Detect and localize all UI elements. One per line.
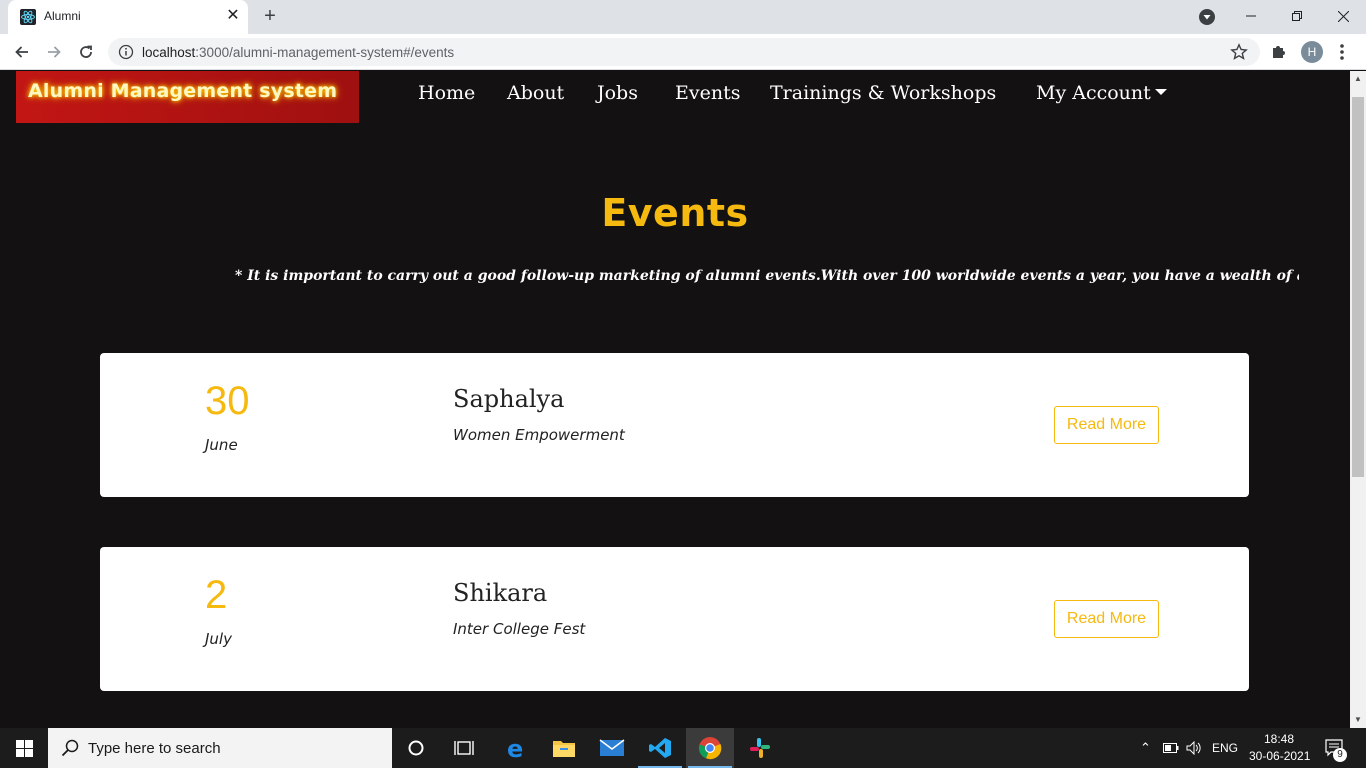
slack-icon[interactable] [736,728,784,768]
event-title: Saphalya [453,385,565,413]
site-info-icon[interactable] [118,44,134,60]
svg-text:e: e [507,736,523,760]
search-icon [61,739,79,757]
language-indicator[interactable]: ENG [1212,741,1238,755]
reload-icon[interactable] [74,40,98,64]
mail-icon[interactable] [588,728,636,768]
scrollbar-thumb[interactable] [1352,97,1364,477]
taskbar-search-box[interactable]: Type here to search [48,728,392,768]
event-day: 30 [205,379,250,423]
chrome-icon[interactable] [686,728,734,768]
browser-tab[interactable]: Alumni ✕ [8,0,248,34]
close-window-icon[interactable] [1320,0,1366,32]
brand-text: Alumni Management system [28,80,338,102]
search-placeholder: Type here to search [88,740,221,757]
url-text: localhost:3000/alumni-management-system#… [142,45,455,60]
react-favicon-icon [20,9,36,25]
event-subtitle: Inter College Fest [453,620,586,638]
browser-tabstrip: Alumni ✕ + [0,0,1366,34]
browser-menu-icon[interactable] [1338,41,1346,63]
caret-down-icon [1154,89,1167,95]
profile-avatar[interactable]: H [1301,41,1323,63]
nav-events[interactable]: Events [675,82,740,104]
page-content: Alumni Management system Home About Jobs… [0,71,1350,728]
page-title: Events [601,191,749,235]
tray-chevron-up-icon[interactable]: ⌃ [1140,740,1151,756]
nav-my-account-label: My Account [1036,82,1151,104]
windows-taskbar: Type here to search e ⌃ ENG 18:48 30-06-… [0,728,1366,768]
volume-icon[interactable] [1186,741,1202,755]
windows-start-icon[interactable] [0,728,48,768]
minimize-icon[interactable] [1228,0,1274,32]
address-bar[interactable]: localhost:3000/alumni-management-system#… [108,38,1260,66]
brand-logo[interactable]: Alumni Management system [16,71,359,123]
new-tab-icon[interactable]: + [258,4,282,28]
read-more-button[interactable]: Read More [1054,406,1159,444]
read-more-button[interactable]: Read More [1054,600,1159,638]
scrolling-notice: * It is important to carry out a good fo… [235,268,1299,284]
tab-title: Alumni [44,9,81,23]
nav-home[interactable]: Home [418,82,475,104]
notification-count-badge: 9 [1333,748,1347,762]
nav-trainings-workshops[interactable]: Trainings & Workshops [770,82,996,104]
nav-jobs[interactable]: Jobs [597,82,638,104]
extensions-puzzle-icon[interactable] [1270,42,1288,60]
task-view-icon[interactable] [440,728,488,768]
event-day: 2 [205,573,228,617]
scroll-up-arrow-icon[interactable]: ▲ [1350,71,1366,87]
clock-date[interactable]: 30-06-2021 [1249,749,1310,763]
forward-arrow-icon[interactable] [42,40,66,64]
page-scrollbar[interactable]: ▲ ▼ [1350,71,1366,728]
edge-browser-icon[interactable]: e [492,728,540,768]
clock-time[interactable]: 18:48 [1264,732,1294,746]
battery-icon[interactable] [1163,742,1179,754]
nav-about[interactable]: About [507,82,564,104]
event-month: July [205,630,232,648]
bookmark-star-icon[interactable] [1230,43,1248,61]
file-explorer-icon[interactable] [540,728,588,768]
event-title: Shikara [453,579,548,607]
nav-my-account-dropdown[interactable]: My Account [1036,82,1167,104]
event-card: 30 June Saphalya Women Empowerment Read … [100,353,1249,497]
tab-close-icon[interactable]: ✕ [224,7,242,25]
restore-icon[interactable] [1274,0,1320,32]
event-card: 2 July Shikara Inter College Fest Read M… [100,547,1249,691]
vscode-icon[interactable] [636,728,684,768]
browser-toolbar: localhost:3000/alumni-management-system#… [0,34,1366,70]
media-control-icon[interactable] [1198,8,1216,26]
back-arrow-icon[interactable] [10,40,34,64]
event-subtitle: Women Empowerment [453,426,625,444]
scroll-down-arrow-icon[interactable]: ▼ [1350,712,1366,728]
event-month: June [205,436,238,454]
cortana-icon[interactable] [392,728,440,768]
